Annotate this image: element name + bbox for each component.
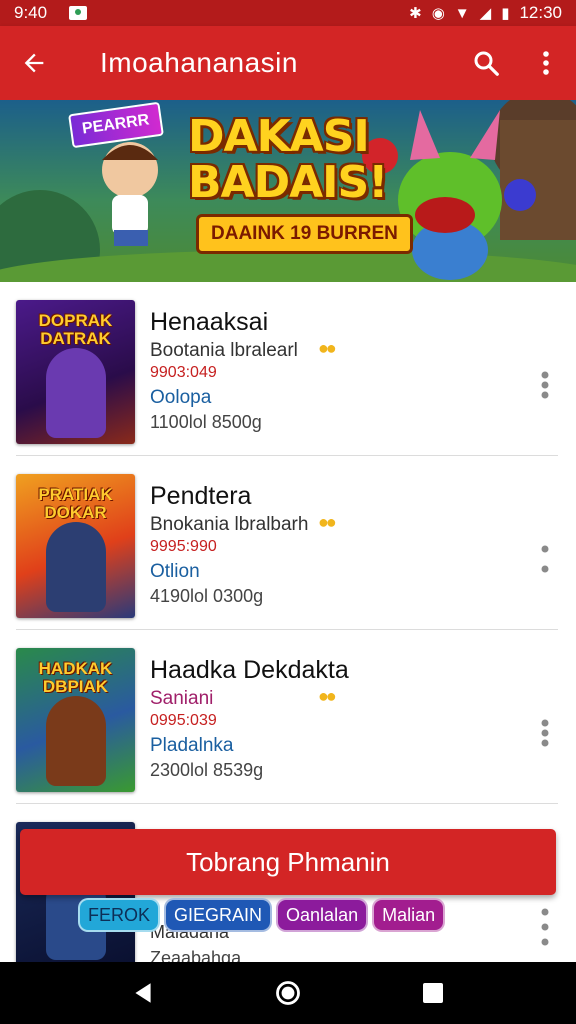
- item-code: 9903:049: [150, 364, 217, 381]
- primary-action-button[interactable]: Tobrang Phmanin: [20, 829, 556, 895]
- game-thumbnail: DOPRAK DATRAK: [16, 300, 135, 444]
- system-nav-bar: [0, 962, 576, 1024]
- item-name: Henaaksai: [150, 308, 269, 336]
- item-overflow-icon[interactable]: [528, 710, 562, 756]
- thumbnail-title: DOPRAK DATRAK: [38, 311, 113, 348]
- nav-back-icon[interactable]: [119, 969, 167, 1017]
- list-item[interactable]: PRATIAK DOKAR Pendtera Bnokania lbralbar…: [0, 456, 576, 630]
- tag-chips: FEROK GIEGRAIN Oanlalan Malian: [78, 898, 446, 932]
- item-name: Haadka Dekdakta: [150, 656, 349, 684]
- banner-subtitle: DAAINK 19 BURREN: [196, 214, 413, 254]
- back-arrow-icon[interactable]: [0, 26, 68, 100]
- banner-headline-line1: DAKASI: [188, 111, 370, 162]
- chip-2[interactable]: GIEGRAIN: [164, 898, 273, 932]
- item-subtitle: Saniani: [150, 688, 214, 709]
- thumbnail-title: PRATIAK DOKAR: [38, 485, 113, 522]
- wifi-icon: ▼: [454, 4, 470, 22]
- banner-headline: DAKASI BADAIS!: [188, 111, 388, 208]
- page-title: Imoahananasin: [100, 47, 298, 78]
- item-meta: 1100lol 8500g: [150, 412, 262, 432]
- notification-icon: [69, 6, 88, 20]
- item-overflow-icon[interactable]: [528, 362, 562, 408]
- bluetooth-icon: ✱: [409, 5, 422, 22]
- item-overflow-icon[interactable]: [528, 904, 562, 950]
- chip-3[interactable]: Oanlalan: [276, 898, 369, 932]
- item-category: Otlion: [150, 561, 200, 582]
- signal-icon: ◢: [479, 5, 492, 22]
- list-item[interactable]: HADKAK DBPIAK Haadka Dekdakta Saniani ●●…: [0, 630, 576, 804]
- item-subtitle: Bootania lbralearl: [150, 340, 298, 361]
- status-time-right: 12:30: [519, 3, 562, 22]
- promo-banner[interactable]: PEARRR DAKASI BADAIS! DAAINK 19 BURREN: [0, 100, 576, 282]
- rating-emoji-icon: ●●: [318, 512, 337, 532]
- thumbnail-title: HADKAK DBPIAK: [38, 659, 113, 696]
- overflow-menu-icon[interactable]: [516, 26, 576, 100]
- list-item[interactable]: DOPRAK DATRAK Henaaksai Bootania lbralea…: [0, 282, 576, 456]
- item-name: Pendtera: [150, 482, 252, 510]
- item-category: Pladalnka: [150, 735, 234, 756]
- item-code: 9995:990: [150, 538, 217, 555]
- game-thumbnail: PRATIAK DOKAR: [16, 474, 135, 618]
- item-category: Oolopa: [150, 387, 212, 408]
- item-subtitle: Bnokania lbralbarh: [150, 514, 309, 535]
- search-icon[interactable]: [456, 26, 516, 100]
- app-bar: Imoahananasin: [0, 26, 576, 100]
- rating-emoji-icon: ●●: [318, 686, 337, 706]
- chip-4[interactable]: Malian: [372, 898, 446, 932]
- item-code: 0995:039: [150, 712, 217, 729]
- nav-home-icon[interactable]: [264, 969, 312, 1017]
- nav-recents-icon[interactable]: [409, 969, 457, 1017]
- battery-icon: ▮: [501, 5, 510, 22]
- item-meta: 2300lol 8539g: [150, 760, 264, 780]
- status-time-left: 9:40: [14, 3, 48, 22]
- rating-emoji-icon: ●●: [318, 338, 337, 358]
- alarm-icon: ◉: [431, 5, 445, 22]
- game-thumbnail: HADKAK DBPIAK: [16, 648, 135, 792]
- banner-headline-line2: BADAIS!: [188, 157, 388, 208]
- chip-1[interactable]: FEROK: [78, 898, 161, 932]
- item-overflow-icon[interactable]: [528, 536, 562, 582]
- item-meta: 4190lol 0300g: [150, 586, 264, 606]
- status-bar: 9:40 ✱ ◉ ▼ ◢ ▮ 12:30: [0, 0, 576, 26]
